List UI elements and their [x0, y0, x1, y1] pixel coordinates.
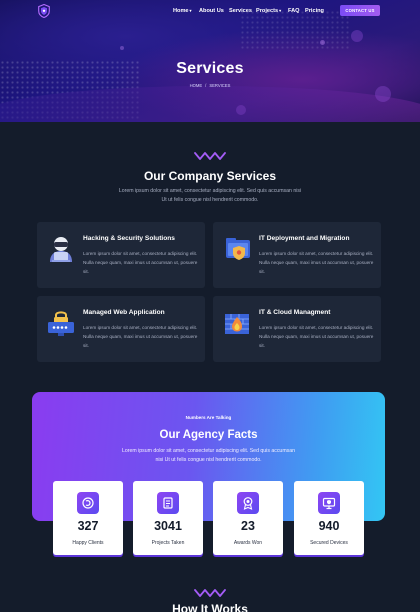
award-icon	[237, 492, 259, 514]
stat-card-happy-clients: 327 Happy Clients	[53, 481, 123, 555]
shield-logo-icon[interactable]	[38, 4, 50, 18]
decor-bubble	[351, 30, 363, 42]
stat-card-awards: 23 Awards Won	[213, 481, 283, 555]
nav-services[interactable]: Services	[229, 8, 252, 14]
breadcrumb: HOME / SERVICES	[0, 83, 420, 88]
service-title[interactable]: IT & Cloud Managment	[259, 309, 330, 316]
service-title[interactable]: IT Deployment and Migration	[259, 235, 349, 242]
chevron-down-icon: ▾	[189, 8, 192, 13]
zigzag-divider-icon	[194, 152, 226, 160]
section-description: Lorem ipsum dolor sit amet, consectetur …	[118, 188, 302, 203]
stat-label: Secured Devices	[310, 540, 348, 546]
service-description: Lorem ipsum dolor sit amet, consectetur …	[259, 325, 374, 348]
service-card-cloud[interactable]: IT & Cloud Managment Lorem ipsum dolor s…	[213, 296, 381, 362]
facts-kicker: Numbers Are Talking	[185, 415, 232, 420]
breadcrumb-home[interactable]: HOME	[190, 83, 203, 88]
breadcrumb-separator: /	[205, 83, 207, 88]
service-description: Lorem ipsum dolor sit amet, consectetur …	[259, 251, 374, 274]
facts-description: Lorem ipsum dolor sit amet, consectetur …	[122, 448, 295, 463]
service-title[interactable]: Managed Web Application	[83, 309, 165, 316]
service-description: Lorem ipsum dolor sit amet, consectetur …	[83, 251, 198, 274]
page-title: Services	[176, 60, 244, 77]
service-card-web-application[interactable]: Managed Web Application Lorem ipsum dolo…	[37, 296, 205, 362]
service-title[interactable]: Hacking & Security Solutions	[83, 235, 175, 242]
service-card-hacking[interactable]: Hacking & Security Solutions Lorem ipsum…	[37, 222, 205, 288]
stat-value: 23	[241, 519, 255, 533]
nav-about-us[interactable]: About Us	[199, 8, 224, 14]
nav-pricing[interactable]: Pricing	[305, 8, 324, 14]
nav-faq[interactable]: FAQ	[288, 8, 300, 14]
facts-title: Our Agency Facts	[159, 429, 258, 441]
top-navbar: Home▾ About Us Services Projects▾ FAQ Pr…	[0, 0, 420, 22]
zigzag-divider-icon	[194, 589, 226, 597]
hero-banner: Home▾ About Us Services Projects▾ FAQ Pr…	[0, 0, 420, 122]
projects-icon	[157, 492, 179, 514]
stat-value: 940	[318, 519, 340, 533]
hacker-icon	[50, 237, 72, 262]
stat-card-devices: 940 Secured Devices	[294, 481, 364, 555]
devices-icon	[318, 492, 340, 514]
decor-bubble	[236, 105, 246, 115]
breadcrumb-current: SERVICES	[209, 83, 231, 88]
firewall-icon	[225, 314, 249, 334]
stat-card-projects: 3041 Projects Taken	[133, 481, 203, 555]
clients-icon	[77, 492, 99, 514]
nav-home[interactable]: Home▾	[173, 8, 192, 14]
section-title: Our Company Services	[143, 169, 277, 183]
decor-bubble	[375, 86, 391, 102]
chevron-down-icon: ▾	[279, 8, 282, 13]
password-lock-icon	[48, 311, 74, 336]
how-it-works-title: How It Works	[172, 602, 248, 612]
folder-security-icon	[226, 238, 250, 260]
stat-value: 3041	[154, 519, 182, 533]
nav-projects[interactable]: Projects▾	[256, 8, 281, 14]
contact-us-button[interactable]: CONTACT US	[340, 5, 380, 16]
stat-value: 327	[77, 519, 99, 533]
stat-label: Projects Taken	[151, 540, 185, 546]
service-description: Lorem ipsum dolor sit amet, consectetur …	[83, 325, 198, 348]
stat-label: Happy Clients	[72, 540, 104, 546]
stat-label: Awards Won	[233, 540, 263, 546]
decor-bubble	[320, 40, 325, 45]
decor-bubble	[120, 46, 124, 50]
service-card-deployment[interactable]: IT Deployment and Migration Lorem ipsum …	[213, 222, 381, 288]
